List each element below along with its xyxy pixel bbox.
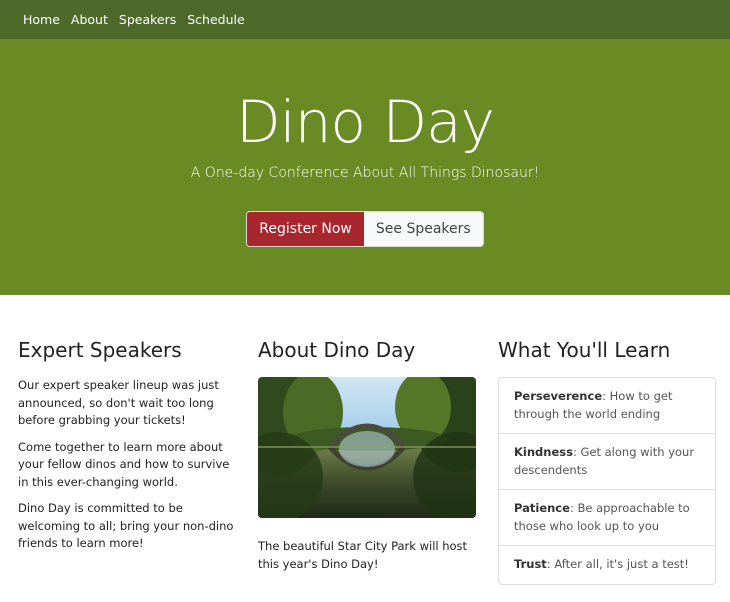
register-now-button[interactable]: Register Now xyxy=(247,212,364,246)
hero-title: Dino Day xyxy=(236,88,495,156)
nav-schedule-link[interactable]: Schedule xyxy=(187,12,244,27)
learn-term: Trust xyxy=(514,557,547,571)
nav-speakers-link[interactable]: Speakers xyxy=(119,12,176,27)
list-item: Kindness: Get along with your descendent… xyxy=(499,434,715,490)
learn-heading: What You'll Learn xyxy=(498,338,671,362)
learn-term: Patience xyxy=(514,501,570,515)
list-item: Perseverence: How to get through the wor… xyxy=(499,378,715,434)
navbar: Home About Speakers Schedule xyxy=(0,0,730,39)
about-heading: About Dino Day xyxy=(258,338,416,362)
learn-term: Kindness xyxy=(514,445,573,459)
speakers-paragraph: Dino Day is committed to be welcoming to… xyxy=(18,501,234,550)
learn-term: Perseverence xyxy=(514,389,603,403)
hero-button-group: Register Now See Speakers xyxy=(246,211,484,247)
list-item: Patience: Be approachable to those who l… xyxy=(499,490,715,546)
list-item: Trust: After all, it's just a test! xyxy=(499,546,715,584)
learn-text: : After all, it's just a test! xyxy=(546,557,689,571)
learn-list: Perseverence: How to get through the wor… xyxy=(498,377,716,585)
see-speakers-button[interactable]: See Speakers xyxy=(363,212,483,246)
nav-home-link[interactable]: Home xyxy=(23,12,60,27)
nav-about-link[interactable]: About xyxy=(71,12,108,27)
park-photo xyxy=(258,377,476,518)
speakers-column: Expert Speakers Our expert speaker lineu… xyxy=(18,338,236,585)
speakers-heading: Expert Speakers xyxy=(18,338,182,362)
about-column: About Dino Day The beautiful Star City P… xyxy=(258,338,476,585)
main-content: Expert Speakers Our expert speaker lineu… xyxy=(0,338,730,585)
hero-banner: Dino Day A One-day Conference About All … xyxy=(0,39,730,295)
about-caption: The beautiful Star City Park will host t… xyxy=(258,539,468,571)
speakers-paragraph: Our expert speaker lineup was just annou… xyxy=(18,378,219,427)
hero-subtitle: A One-day Conference About All Things Di… xyxy=(190,165,540,181)
speakers-paragraph: Come together to learn more about your f… xyxy=(18,439,230,489)
learn-column: What You'll Learn Perseverence: How to g… xyxy=(498,338,716,585)
